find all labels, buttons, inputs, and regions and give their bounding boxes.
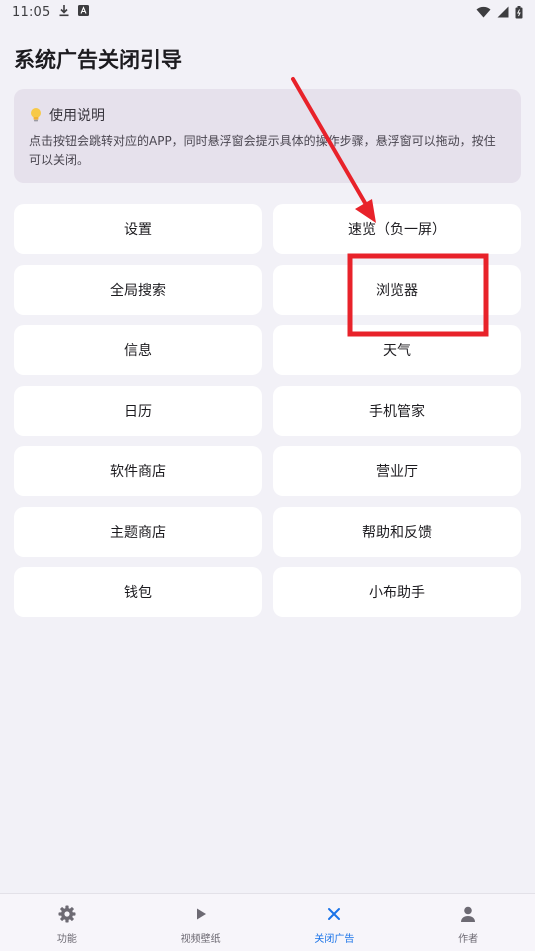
status-time: 11:05 bbox=[12, 4, 51, 20]
nav-item-author[interactable]: 作者 bbox=[401, 894, 535, 951]
nav-label-close-ads: 关闭广告 bbox=[314, 934, 355, 945]
button-calendar[interactable]: 日历 bbox=[14, 385, 262, 436]
button-app-store[interactable]: 软件商店 bbox=[14, 446, 262, 496]
a-box-icon bbox=[78, 4, 90, 20]
lightbulb-icon bbox=[29, 107, 43, 123]
button-service-hall[interactable]: 营业厅 bbox=[273, 446, 521, 496]
info-body: 点击按钮会跳转对应的APP，同时悬浮窗会提示具体的操作步骤，悬浮窗可以拖动，按住… bbox=[29, 134, 496, 167]
bottom-nav: 功能 视频壁纸 关闭广告 作者 bbox=[0, 893, 535, 951]
nav-label-video-wallpaper: 视频壁纸 bbox=[180, 934, 221, 945]
info-header: 使用说明 bbox=[29, 105, 505, 125]
button-messages[interactable]: 信息 bbox=[14, 325, 262, 375]
button-browser[interactable]: 浏览器 bbox=[273, 264, 521, 315]
nav-item-close-ads[interactable]: 关闭广告 bbox=[268, 894, 402, 951]
button-help-feedback[interactable]: 帮助和反馈 bbox=[273, 506, 521, 557]
status-right bbox=[476, 5, 523, 19]
button-breeno-assistant[interactable]: 小布助手 bbox=[273, 567, 521, 617]
button-quick-view[interactable]: 速览（负一屏） bbox=[273, 204, 521, 254]
close-icon bbox=[324, 904, 344, 924]
nav-item-features[interactable]: 功能 bbox=[0, 894, 134, 951]
wifi-icon bbox=[476, 6, 491, 18]
page-title: 系统广告关闭引导 bbox=[14, 48, 182, 72]
gear-icon bbox=[57, 904, 77, 924]
play-icon bbox=[191, 904, 211, 924]
screen: 11:05 系统广告关闭引导 使用说明 点击按钮会跳转对应的APP，同时悬浮窗会… bbox=[0, 0, 535, 951]
person-icon bbox=[458, 904, 478, 924]
button-weather[interactable]: 天气 bbox=[273, 325, 521, 375]
button-settings[interactable]: 设置 bbox=[14, 204, 262, 254]
button-global-search[interactable]: 全局搜索 bbox=[14, 264, 262, 315]
nav-label-features: 功能 bbox=[56, 934, 77, 945]
button-phone-manager[interactable]: 手机管家 bbox=[273, 385, 521, 436]
button-theme-store[interactable]: 主题商店 bbox=[14, 506, 262, 557]
info-title: 使用说明 bbox=[49, 108, 105, 124]
info-card: 使用说明 点击按钮会跳转对应的APP，同时悬浮窗会提示具体的操作步骤，悬浮窗可以… bbox=[14, 89, 521, 183]
status-left: 11:05 bbox=[12, 4, 90, 21]
nav-item-video-wallpaper[interactable]: 视频壁纸 bbox=[134, 894, 268, 951]
nav-label-author: 作者 bbox=[458, 934, 479, 945]
app-button-grid: 设置 速览（负一屏） 全局搜索 浏览器 信息 天气 日历 手机管家 软件商店 营… bbox=[14, 204, 521, 617]
signal-icon bbox=[497, 6, 509, 18]
button-wallet[interactable]: 钱包 bbox=[14, 567, 262, 617]
battery-icon bbox=[515, 5, 523, 19]
download-icon bbox=[58, 4, 70, 21]
status-bar: 11:05 bbox=[0, 0, 535, 24]
